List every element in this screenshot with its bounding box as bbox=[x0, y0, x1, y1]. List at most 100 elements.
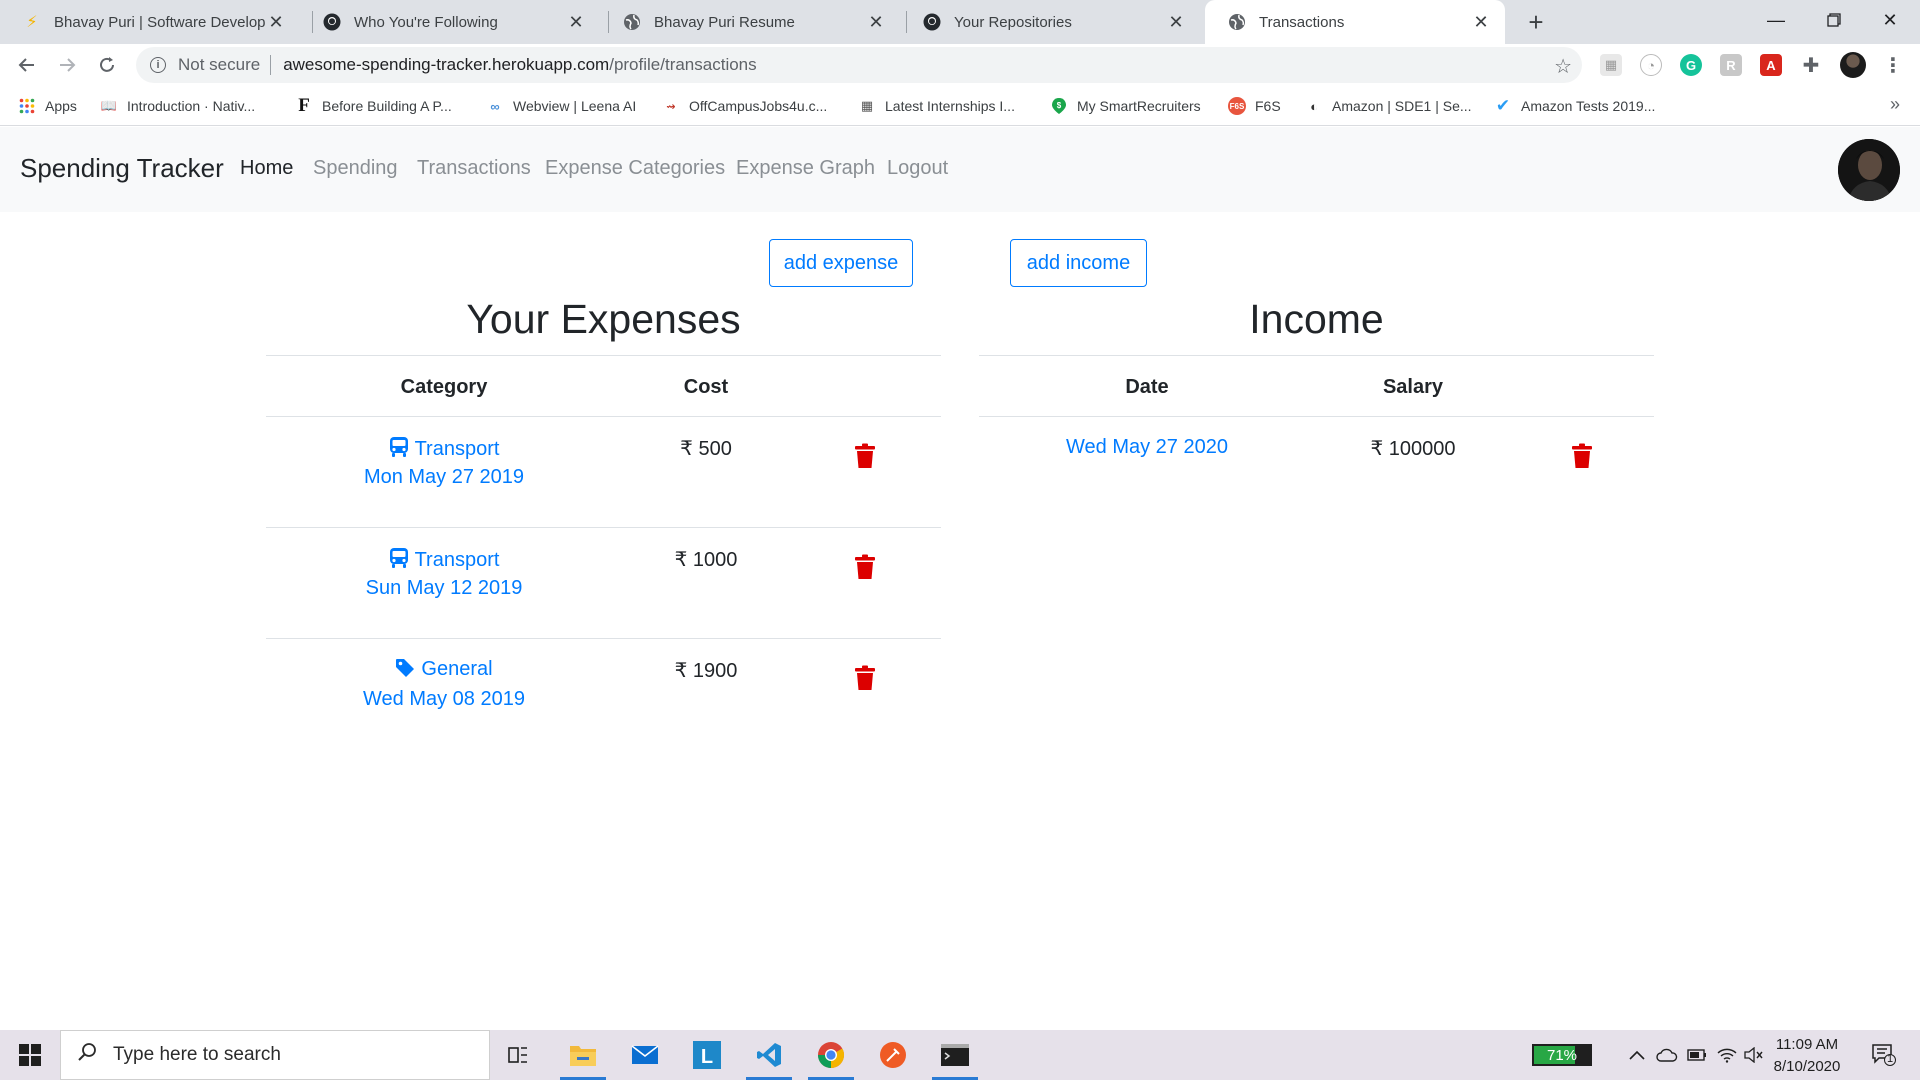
income-salary: ₹ 100000 bbox=[1370, 438, 1456, 460]
trash-icon[interactable] bbox=[854, 665, 876, 691]
expense-cost: ₹ 1000 bbox=[674, 549, 738, 571]
nav-expense-graph[interactable]: Expense Graph bbox=[736, 157, 875, 180]
vscode-app[interactable] bbox=[742, 1030, 796, 1080]
expense-category-link[interactable]: Transport bbox=[294, 547, 594, 575]
close-icon[interactable]: ✕ bbox=[1166, 12, 1186, 32]
github-icon bbox=[322, 12, 342, 32]
close-icon[interactable]: ✕ bbox=[866, 12, 886, 32]
bookmark-item[interactable]: ∞ Webview | Leena AI bbox=[486, 94, 636, 118]
browser-tab-active[interactable]: Transactions ✕ bbox=[1205, 0, 1505, 44]
address-bar[interactable]: i Not secure awesome-spending-tracker.he… bbox=[136, 47, 1582, 83]
expense-category-link[interactable]: Transport bbox=[294, 436, 594, 464]
nav-home[interactable]: Home bbox=[240, 157, 293, 180]
app-navbar: Spending Tracker Home Spending Transacti… bbox=[0, 127, 1920, 212]
trash-icon[interactable] bbox=[1571, 443, 1593, 469]
l-app-icon: L bbox=[693, 1041, 721, 1069]
grammarly-icon[interactable]: G bbox=[1680, 54, 1702, 76]
expense-date-link[interactable]: Wed May 08 2019 bbox=[294, 688, 594, 711]
task-view-icon bbox=[508, 1047, 527, 1063]
add-income-button[interactable]: add income bbox=[1010, 239, 1147, 287]
bookmark-item[interactable]: ⇝ OffCampusJobs4u.c... bbox=[662, 94, 827, 118]
minimize-button[interactable]: — bbox=[1746, 0, 1806, 40]
expense-date-link[interactable]: Sun May 12 2019 bbox=[294, 577, 594, 600]
battery-indicator[interactable]: 71% bbox=[1532, 1044, 1592, 1066]
extension-icon[interactable]: ◔ bbox=[1640, 54, 1662, 76]
divider bbox=[979, 416, 1654, 417]
notification-center-button[interactable]: 1 bbox=[1864, 1030, 1904, 1080]
task-view-button[interactable] bbox=[492, 1030, 546, 1080]
security-label: Not secure bbox=[178, 55, 261, 74]
nav-expense-categories[interactable]: Expense Categories bbox=[545, 157, 725, 180]
bookmark-label: Before Building A P... bbox=[322, 98, 452, 114]
user-avatar[interactable] bbox=[1838, 139, 1900, 201]
back-button[interactable] bbox=[10, 48, 44, 82]
column-header-category: Category bbox=[400, 376, 488, 398]
file-explorer-app[interactable] bbox=[556, 1030, 610, 1080]
browser-tab[interactable]: Who You're Following ✕ bbox=[300, 0, 600, 44]
battery-icon[interactable] bbox=[1682, 1030, 1712, 1080]
bookmark-label: Introduction · Nativ... bbox=[127, 98, 256, 114]
new-tab-button[interactable]: + bbox=[1520, 6, 1552, 38]
trash-icon[interactable] bbox=[854, 554, 876, 580]
bookmark-item[interactable]: ✔ Amazon Tests 2019... bbox=[1494, 94, 1656, 118]
income-date-link[interactable]: Wed May 27 2020 bbox=[1047, 436, 1247, 459]
bookmark-item[interactable]: 📖 Introduction · Nativ... bbox=[100, 94, 255, 118]
trash-icon[interactable] bbox=[854, 443, 876, 469]
bookmark-item[interactable]: $ My SmartRecruiters bbox=[1050, 94, 1201, 118]
browser-menu-icon[interactable]: ⋮ bbox=[1880, 52, 1906, 78]
close-icon[interactable]: ✕ bbox=[266, 12, 286, 32]
extension-icon[interactable]: ▦ bbox=[1600, 54, 1622, 76]
chrome-icon bbox=[817, 1042, 845, 1069]
bookmark-star-icon[interactable]: ☆ bbox=[1554, 54, 1572, 79]
onedrive-cloud-icon[interactable] bbox=[1652, 1030, 1682, 1080]
lightning-icon: ⚡ bbox=[26, 14, 38, 31]
divider bbox=[266, 638, 941, 639]
close-window-button[interactable]: ✕ bbox=[1860, 0, 1920, 40]
terminal-app[interactable] bbox=[928, 1030, 982, 1080]
close-icon[interactable]: ✕ bbox=[1471, 12, 1491, 32]
browser-tab[interactable]: ⚡ Bhavay Puri | Software Developer ✕ bbox=[0, 0, 300, 44]
info-icon[interactable]: i bbox=[150, 57, 166, 73]
reload-button[interactable] bbox=[90, 48, 124, 82]
browser-tabstrip: ⚡ Bhavay Puri | Software Developer ✕ Who… bbox=[0, 0, 1920, 44]
start-button[interactable] bbox=[0, 1030, 60, 1080]
bookmark-item[interactable]: ◐ Amazon | SDE1 | Se... bbox=[1305, 94, 1472, 118]
system-clock[interactable]: 11:09 AM 8/10/2020 bbox=[1762, 1034, 1852, 1078]
add-expense-button[interactable]: add expense bbox=[769, 239, 913, 287]
clock-time: 11:09 AM bbox=[1775, 1036, 1839, 1053]
close-icon[interactable]: ✕ bbox=[566, 12, 586, 32]
bookmark-item[interactable]: F6S F6S bbox=[1228, 94, 1281, 118]
amazon-icon: ◐ bbox=[1310, 98, 1318, 114]
expense-date-link[interactable]: Mon May 27 2019 bbox=[294, 466, 594, 489]
expense-category-link[interactable]: General bbox=[294, 658, 594, 684]
chevron-double-right-icon[interactable]: » bbox=[1890, 94, 1900, 115]
nav-transactions[interactable]: Transactions bbox=[417, 157, 531, 180]
extension-icon[interactable]: R bbox=[1720, 54, 1742, 76]
wifi-icon[interactable] bbox=[1712, 1030, 1742, 1080]
tab-title: Your Repositories bbox=[954, 13, 1072, 31]
bookmark-item[interactable]: F Before Building A P... bbox=[295, 94, 452, 118]
nav-spending[interactable]: Spending bbox=[313, 157, 398, 180]
chevron-up-icon[interactable] bbox=[1622, 1030, 1652, 1080]
browser-tab[interactable]: Your Repositories ✕ bbox=[900, 0, 1200, 44]
brand-logo[interactable]: Spending Tracker bbox=[20, 153, 224, 184]
forward-button[interactable] bbox=[50, 48, 84, 82]
launcher-app[interactable]: L bbox=[680, 1030, 734, 1080]
chrome-app[interactable] bbox=[804, 1030, 858, 1080]
adobe-acrobat-icon[interactable]: A bbox=[1760, 54, 1782, 76]
bookmark-item[interactable]: ▦ Latest Internships I... bbox=[858, 94, 1015, 118]
mail-app[interactable] bbox=[618, 1030, 672, 1080]
svg-text:$: $ bbox=[1057, 101, 1062, 110]
taskbar-search-input[interactable]: Type here to search bbox=[60, 1030, 490, 1080]
expense-category-label: Transport bbox=[414, 438, 500, 460]
profile-avatar[interactable] bbox=[1840, 52, 1866, 78]
restore-button[interactable] bbox=[1804, 0, 1864, 40]
tab-title: Who You're Following bbox=[354, 13, 498, 31]
divider bbox=[979, 355, 1654, 356]
windows-taskbar: Type here to search L 71% 11:09 AM 8/10/… bbox=[0, 1030, 1920, 1080]
puzzle-extensions-icon[interactable]: ✚ bbox=[1800, 54, 1822, 77]
bookmark-item[interactable]: Apps bbox=[18, 94, 77, 118]
nav-logout[interactable]: Logout bbox=[887, 157, 948, 180]
browser-tab[interactable]: Bhavay Puri Resume ✕ bbox=[600, 0, 900, 44]
postman-app[interactable] bbox=[866, 1030, 920, 1080]
